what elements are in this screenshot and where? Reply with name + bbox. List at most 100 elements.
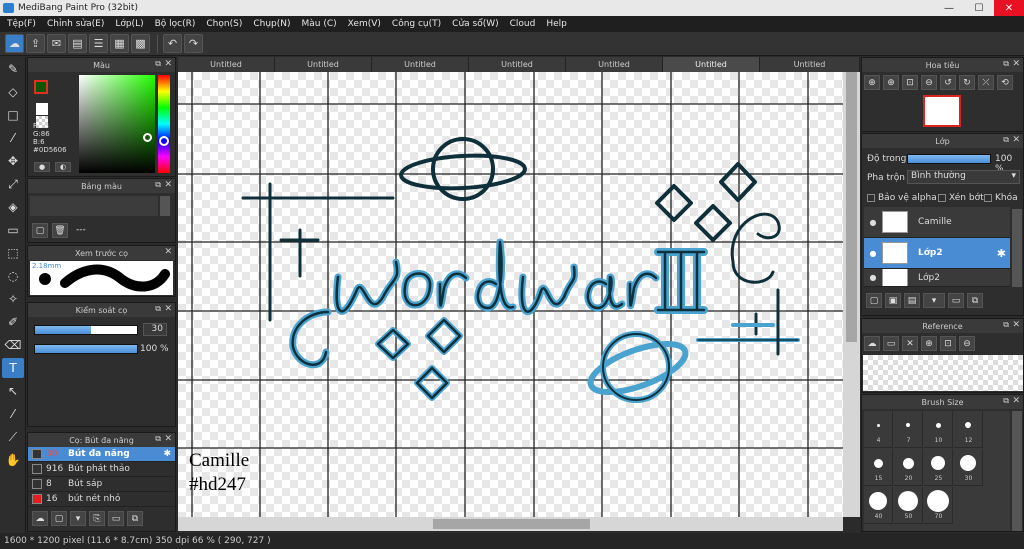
eyedropper-icon[interactable]: ⁄ — [2, 404, 24, 424]
close-icon[interactable]: ✕ — [1012, 135, 1020, 145]
select-eraser-icon[interactable]: ⌫ — [2, 335, 24, 355]
float-icon[interactable]: ⧉ — [1003, 320, 1009, 330]
folder-icon[interactable]: ▭ — [948, 293, 964, 308]
zoom-out-icon[interactable]: ⊖ — [959, 336, 975, 351]
lasso-tool-icon[interactable]: ◌ — [2, 266, 24, 286]
minimize-button[interactable]: — — [934, 0, 964, 16]
close-button[interactable]: ✕ — [994, 0, 1024, 16]
fit-icon[interactable]: ⊡ — [940, 336, 956, 351]
brush-item[interactable]: 8 Bút sáp — [28, 477, 175, 492]
brush-size-option[interactable]: 40 — [864, 487, 893, 524]
layer-row[interactable]: ● Camille — [864, 207, 1010, 238]
menu-color[interactable]: Màu (C) — [302, 19, 337, 29]
document-icon[interactable]: ▤ — [68, 34, 87, 53]
brush-size-option[interactable]: 12 — [954, 411, 983, 448]
menu-layer[interactable]: Lớp(L) — [115, 19, 143, 29]
size-slider[interactable] — [34, 325, 138, 335]
close-icon[interactable]: ✕ — [1012, 59, 1020, 69]
rotate-left-icon[interactable]: ↺ — [940, 75, 956, 90]
gear-icon[interactable]: ✱ — [163, 449, 171, 459]
folder-open-icon[interactable]: ▭ — [883, 336, 899, 351]
menu-file[interactable]: Tệp(F) — [7, 19, 36, 29]
brush-size-option[interactable]: 50 — [894, 487, 923, 524]
close-reference-icon[interactable]: ✕ — [902, 336, 918, 351]
menu-view[interactable]: Xem(V) — [348, 19, 381, 29]
brush-size-option[interactable]: 25 — [924, 449, 953, 486]
navigator-thumbnail[interactable] — [923, 95, 961, 127]
tab-untitled[interactable]: Untitled — [760, 57, 860, 72]
transform-tool-icon[interactable]: ⤢ — [2, 174, 24, 194]
clipping-checkbox[interactable]: Xén bớt — [938, 193, 984, 203]
float-icon[interactable]: ⧉ — [155, 180, 161, 190]
eraser-tool-icon[interactable]: ◇ — [2, 82, 24, 102]
add-layer-menu-icon[interactable]: ▾ — [923, 293, 945, 308]
brush-tool-icon[interactable]: ✎ — [2, 59, 24, 79]
list-icon[interactable]: ☰ — [89, 34, 108, 53]
brush-size-option[interactable]: 7 — [894, 411, 923, 448]
color-mode-icon-a[interactable]: ● — [34, 162, 50, 172]
tab-untitled[interactable]: Untitled — [178, 57, 275, 72]
delete-palette-icon[interactable]: 🗑 — [52, 223, 68, 238]
reference-area[interactable] — [863, 355, 1023, 391]
drawing-canvas[interactable]: Camille #hd247 — [178, 72, 843, 517]
dot-tool-icon[interactable]: ⁄ — [2, 128, 24, 148]
layer-scrollbar[interactable] — [1012, 209, 1022, 287]
select-pen-icon[interactable]: ✐ — [2, 312, 24, 332]
copy-brush-icon[interactable]: ⎘ — [89, 511, 105, 526]
palette-area[interactable] — [30, 196, 158, 216]
float-icon[interactable]: ⧉ — [155, 59, 161, 69]
zoom-in-icon[interactable]: ⊕ — [883, 75, 899, 90]
folder-icon[interactable]: ▭ — [108, 511, 124, 526]
secondary-color-swatch[interactable] — [36, 103, 48, 115]
saturation-value-field[interactable] — [79, 75, 155, 173]
tab-untitled-active[interactable]: Untitled — [663, 57, 760, 72]
new-halftone-layer-icon[interactable]: ▣ — [885, 293, 901, 308]
comment-icon[interactable]: ✉ — [47, 34, 66, 53]
menu-edit[interactable]: Chỉnh sửa(E) — [47, 19, 104, 29]
brush-size-option[interactable]: 15 — [864, 449, 893, 486]
select-tool-icon[interactable]: ⬚ — [2, 243, 24, 263]
menu-help[interactable]: Help — [546, 19, 567, 29]
menu-select[interactable]: Chọn(S) — [206, 19, 242, 29]
brush-size-option[interactable]: 20 — [894, 449, 923, 486]
brush-item[interactable]: 16 bút nét nhỏ — [28, 492, 175, 507]
protect-alpha-checkbox[interactable]: Bảo vệ alpha — [867, 193, 937, 203]
gradient-tool-icon[interactable]: ▭ — [2, 220, 24, 240]
brush-item[interactable]: 916 Bút phát thảo — [28, 462, 175, 477]
shape-tool-icon[interactable]: □ — [2, 105, 24, 125]
operation-tool-icon[interactable]: ↖ — [2, 381, 24, 401]
menu-filter[interactable]: Bộ lọc(R) — [155, 19, 196, 29]
new-brush-icon[interactable]: ▢ — [51, 511, 67, 526]
fill-tool-icon[interactable]: ◈ — [2, 197, 24, 217]
gear-icon[interactable]: ✱ — [997, 247, 1006, 260]
tab-untitled[interactable]: Untitled — [469, 57, 566, 72]
share-icon[interactable]: ⇪ — [26, 34, 45, 53]
tab-untitled[interactable]: Untitled — [372, 57, 469, 72]
float-icon[interactable]: ⧉ — [1003, 396, 1009, 406]
close-icon[interactable]: ✕ — [1012, 396, 1020, 406]
close-icon[interactable]: ✕ — [164, 304, 172, 314]
menu-tools[interactable]: Công cụ(T) — [392, 19, 441, 29]
brush-menu-icon[interactable]: ▾ — [70, 511, 86, 526]
scroll-thumb[interactable] — [433, 519, 590, 529]
duplicate-icon[interactable]: ⧉ — [127, 511, 143, 526]
close-icon[interactable]: ✕ — [164, 247, 172, 257]
lock-checkbox[interactable]: Khóa — [984, 193, 1018, 203]
layer-row[interactable]: ● Lớp2 — [864, 269, 1010, 287]
zoom-out-icon[interactable]: ⊖ — [921, 75, 937, 90]
magic-wand-icon[interactable]: ✧ — [2, 289, 24, 309]
eye-icon[interactable]: ● — [864, 249, 882, 258]
hand-tool-icon[interactable]: ✋ — [2, 450, 24, 470]
float-icon[interactable]: ⧉ — [155, 304, 161, 314]
brush-size-option[interactable]: 70 — [924, 487, 953, 524]
cloud-icon[interactable]: ☁ — [864, 336, 880, 351]
brush-size-option[interactable]: 10 — [924, 411, 953, 448]
opacity-slider[interactable] — [34, 344, 138, 354]
close-icon[interactable]: ✕ — [1012, 320, 1020, 330]
brush-size-option[interactable]: 4 — [864, 411, 893, 448]
tab-untitled[interactable]: Untitled — [275, 57, 372, 72]
horizontal-scrollbar[interactable] — [178, 517, 843, 531]
new-palette-icon[interactable]: ▢ — [32, 223, 48, 238]
text-tool-icon[interactable]: T — [2, 358, 24, 378]
palette-scroll[interactable] — [160, 196, 170, 216]
